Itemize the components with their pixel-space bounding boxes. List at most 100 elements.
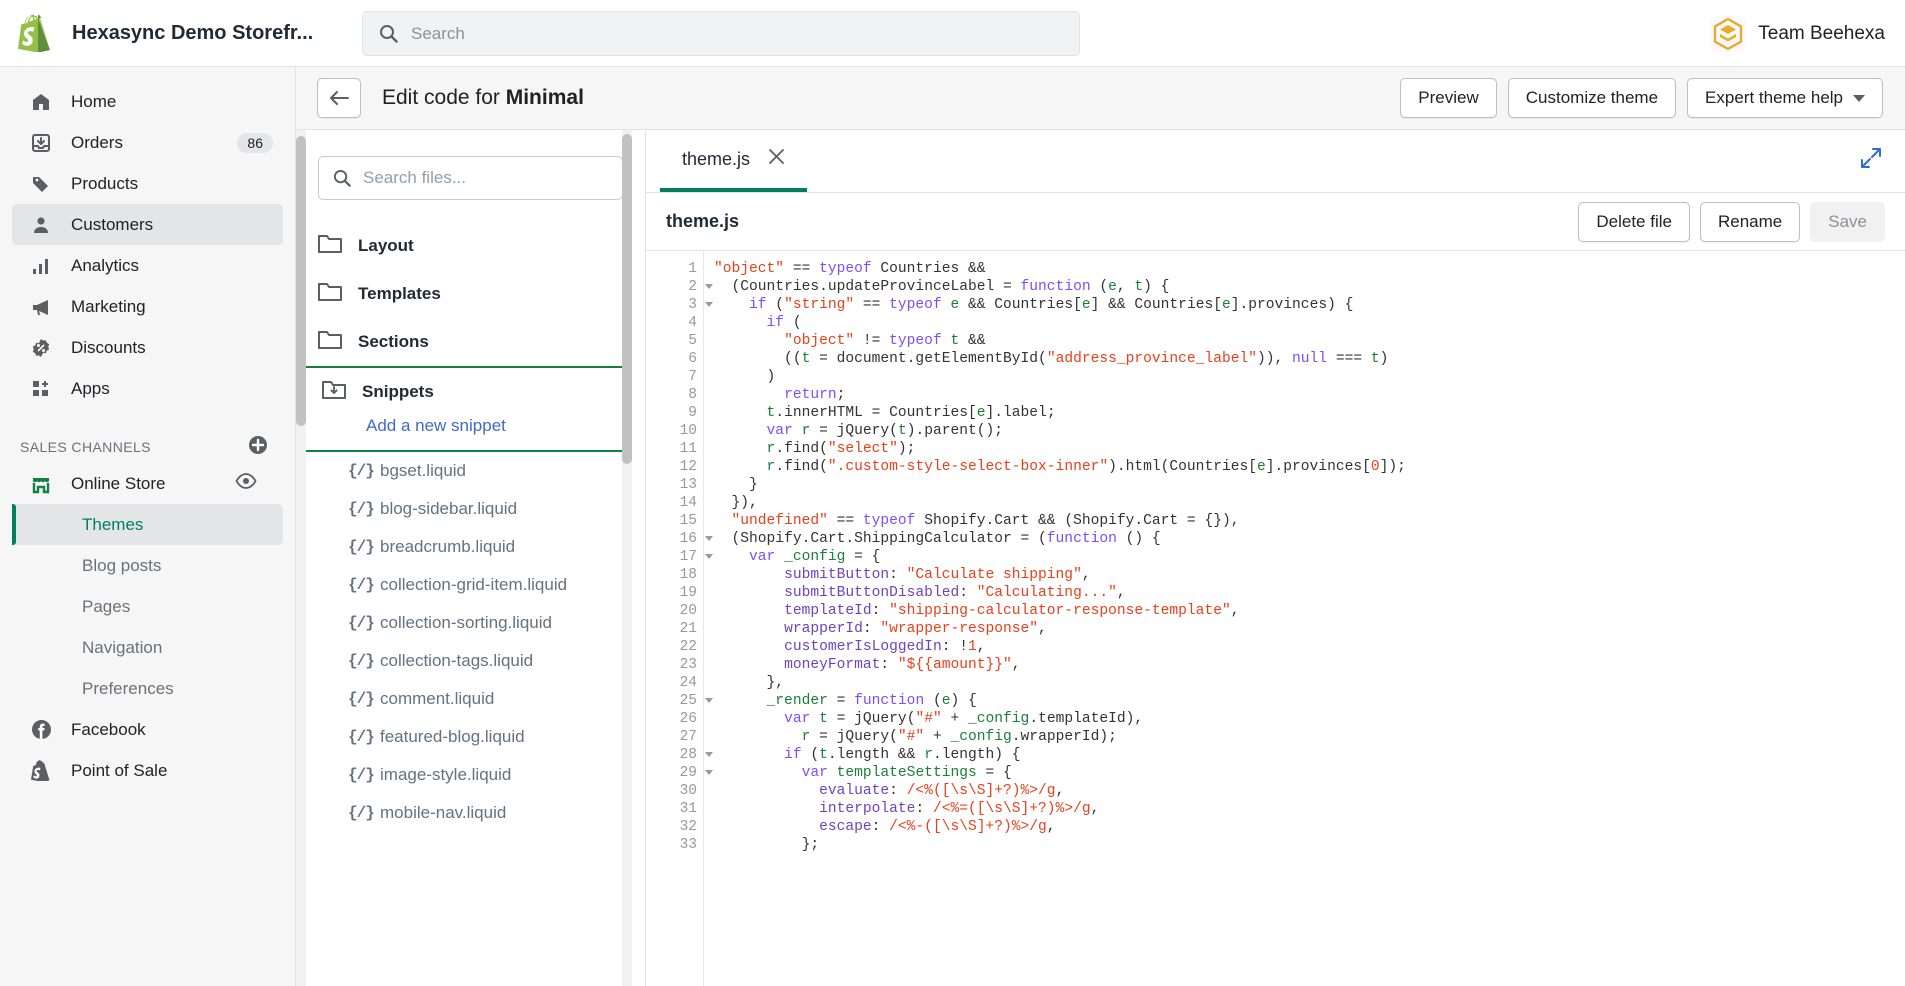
file-label: breadcrumb.liquid [380,537,516,556]
close-icon[interactable] [768,148,785,170]
line-number: 27 [679,729,697,745]
code-area[interactable]: 1 2 3 4 5 6 7 8 9 10 11 12 13 14 15 16 17 18 19 20 21 22 23 24 2… [646,251,1905,986]
code-line: var templateSettings = { [801,765,1012,781]
sidebar-item-pages[interactable]: Pages [12,586,283,627]
folder-layout[interactable]: Layout [296,222,645,270]
sidebar-item-label: Marketing [71,296,146,316]
account-name: Team Beehexa [1758,22,1885,44]
sidebar-subitem-label: Blog posts [82,555,162,575]
folder-icon [318,233,342,259]
sidebar-item-orders[interactable]: Orders 86 [12,122,283,163]
code-line: if ( [766,315,802,331]
fold-toggle-icon[interactable] [705,284,713,289]
rename-button[interactable]: Rename [1699,201,1801,242]
sidebar-item-point-of-sale[interactable]: Point of Sale [12,750,283,791]
sidebar-item-customers[interactable]: Customers [12,204,283,245]
line-number: 13 [679,477,697,493]
back-button[interactable] [317,78,361,118]
code-line: }, [714,675,785,691]
customize-theme-button[interactable]: Customize theme [1507,78,1677,118]
search-input[interactable] [411,23,1079,44]
line-number: 26 [679,711,697,727]
sidebar-item-blog-posts[interactable]: Blog posts [12,545,283,586]
file-item[interactable]: {/} breadcrumb.liquid [296,528,645,566]
expand-editor-icon[interactable] [1859,146,1883,175]
fold-toggle-icon[interactable] [705,536,713,541]
code-file-icon: {/} [348,652,375,670]
code-line: return; [784,387,846,403]
code-line: moneyFormat: "${{amount}}", [784,657,1021,673]
code-line: interpolate: /<%=([\s\S]+?)%>/g, [819,801,1100,817]
line-number: 7 [688,369,697,385]
page-scrollbar-track[interactable] [296,130,306,986]
folder-label: Layout [358,236,414,255]
file-item[interactable]: {/} featured-blog.liquid [296,718,645,756]
file-item[interactable]: {/} collection-grid-item.liquid [296,566,645,604]
add-new-snippet-link[interactable]: Add a new snippet [300,416,625,450]
view-store-icon[interactable] [235,472,257,495]
expert-theme-help-button-label: Expert theme help [1705,88,1843,107]
sidebar-item-apps[interactable]: Apps [12,368,283,409]
expert-theme-help-button[interactable]: Expert theme help [1687,78,1883,118]
sidebar-item-preferences[interactable]: Preferences [12,668,283,709]
save-button[interactable]: Save [1810,201,1885,242]
sidebar-item-products[interactable]: Products [12,163,283,204]
sidebar-item-discounts[interactable]: Discounts [12,327,283,368]
search-icon [333,169,351,187]
add-channel-icon[interactable] [247,434,269,461]
sidebar-item-themes[interactable]: Themes [12,504,283,545]
fold-toggle-icon[interactable] [705,698,713,703]
fold-toggle-icon[interactable] [705,554,713,559]
sidebar-item-navigation[interactable]: Navigation [12,627,283,668]
line-number: 32 [679,819,697,835]
fold-toggle-icon[interactable] [705,752,713,757]
line-number: 12 [679,459,697,475]
folder-snippets[interactable]: Snippets [300,368,625,416]
file-label: blog-sidebar.liquid [380,499,518,518]
line-number: 5 [688,333,697,349]
shopify-logo-icon[interactable] [18,14,52,53]
sidebar-item-marketing[interactable]: Marketing [12,286,283,327]
tab-label: theme.js [682,148,751,169]
file-item[interactable]: {/} collection-sorting.liquid [296,604,645,642]
folder-sections[interactable]: Sections [296,318,645,366]
delete-file-button[interactable]: Delete file [1578,201,1690,242]
global-search[interactable] [362,11,1080,56]
line-number: 6 [688,351,697,367]
file-item[interactable]: {/} bgset.liquid [296,452,645,490]
fold-toggle-icon[interactable] [705,302,713,307]
account-menu[interactable]: Team Beehexa [1710,0,1885,67]
tab-theme-js[interactable]: theme.js [660,130,808,192]
sidebar-item-home[interactable]: Home [12,81,283,122]
file-item[interactable]: {/} blog-sidebar.liquid [296,490,645,528]
file-search[interactable] [318,156,623,200]
marketing-icon [30,296,52,318]
preview-button[interactable]: Preview [1400,78,1497,118]
file-list-scrollbar-track[interactable] [622,130,632,986]
line-number-gutter: 1 2 3 4 5 6 7 8 9 10 11 12 13 14 15 16 17 18 19 20 21 22 23 24 2… [646,251,713,986]
sidebar-item-analytics[interactable]: Analytics [12,245,283,286]
line-number: 23 [679,657,697,673]
code-line: t.innerHTML = Countries[e].label; [766,405,1056,421]
page-title-prefix: Edit code for [382,86,506,109]
code-line: var _config = { [749,549,881,565]
file-item[interactable]: {/} collection-tags.liquid [296,642,645,680]
sales-channels-title: SALES CHANNELS [20,439,151,455]
online-store-icon [30,473,52,495]
file-list-scrollbar-thumb[interactable] [622,134,632,464]
file-item[interactable]: {/} comment.liquid [296,680,645,718]
file-item[interactable]: {/} mobile-nav.liquid [296,794,645,832]
file-label: collection-sorting.liquid [380,613,552,632]
code-content[interactable]: "object" == typeof Countries && (Countri… [704,251,1905,986]
sidebar-item-facebook[interactable]: Facebook [12,709,283,750]
customers-icon [30,214,52,236]
fold-toggle-icon[interactable] [705,770,713,775]
page-scrollbar-thumb[interactable] [296,136,306,426]
code-line: r = jQuery("#" + _config.wrapperId); [801,729,1117,745]
code-line: ) [714,369,776,385]
save-button-label: Save [1828,211,1867,231]
folder-templates[interactable]: Templates [296,270,645,318]
file-item[interactable]: {/} image-style.liquid [296,756,645,794]
file-search-input[interactable] [363,168,622,188]
sidebar-item-online-store[interactable]: Online Store [12,463,283,504]
